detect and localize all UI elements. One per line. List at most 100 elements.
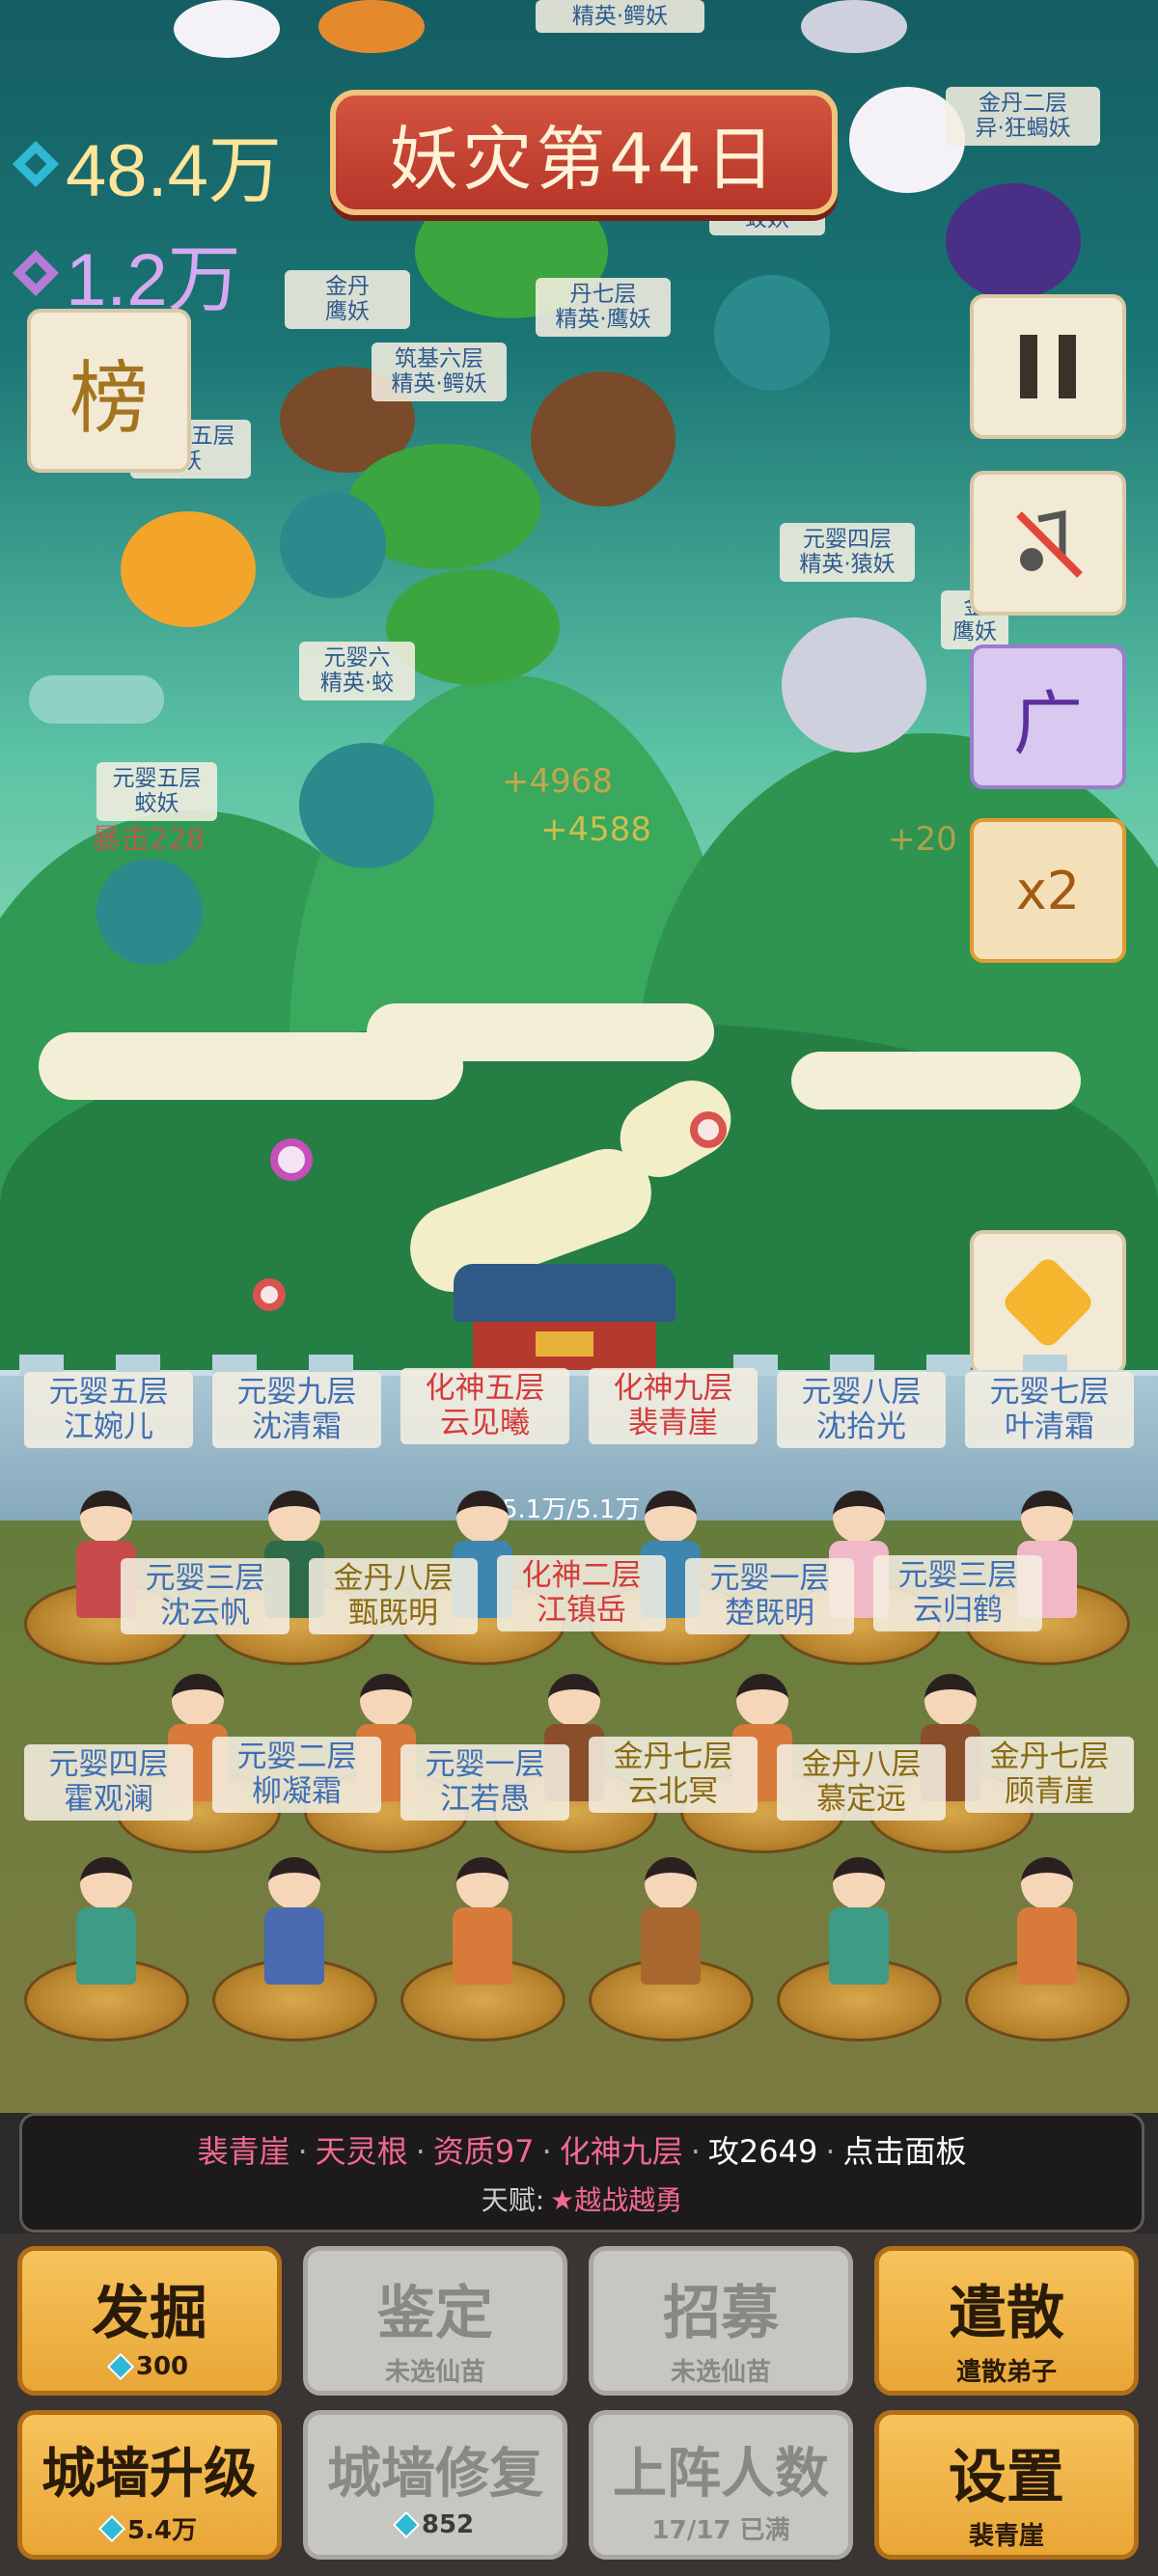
enemy-realm: 元婴六 (323, 645, 391, 671)
excavate-button[interactable]: 发掘 300 (17, 2246, 282, 2396)
wall-upgrade-label: 城墙升级 (41, 2443, 258, 2506)
deploy-count-button[interactable]: 上阵人数 17/17 已满 (589, 2410, 853, 2560)
disciple-label[interactable]: 元婴一层 江若愚 (400, 1744, 569, 1822)
disciple-name: 顾青崖 (1005, 1773, 1094, 1809)
gate-roof (454, 1264, 676, 1322)
music-toggle-button[interactable] (970, 471, 1126, 616)
disciple-realm: 元婴二层 (236, 1740, 357, 1774)
disciple-figure[interactable] (261, 1857, 328, 2002)
disciple-realm: 金丹八层 (801, 1747, 922, 1782)
disciple-name: 柳凝霜 (252, 1773, 342, 1809)
disciple-name: 江若愚 (440, 1781, 530, 1817)
enemy-realm: 丹七层 (569, 282, 637, 307)
defender-realm: 化神九层 (613, 1371, 733, 1406)
enemy-label: 筑基六层 精英·鳄妖 (372, 343, 507, 401)
day-title-banner: 妖灾第44日 (330, 90, 838, 215)
enemy-label: 金丹 鹰妖 (285, 270, 410, 329)
defender-label[interactable]: 化神五层 云见曦 (400, 1368, 569, 1445)
deploy-count-label: 上阵人数 (613, 2443, 829, 2506)
pause-button[interactable] (970, 294, 1126, 439)
defender-label[interactable]: 元婴五层 江婉儿 (24, 1372, 193, 1449)
defender-label[interactable]: 化神九层 裴青崖 (589, 1368, 758, 1445)
disciple-realm: 金丹八层 (333, 1561, 454, 1596)
disciple-label[interactable]: 元婴二层 柳凝霜 (212, 1737, 381, 1814)
disciple-label[interactable]: 金丹七层 顾青崖 (965, 1737, 1134, 1814)
leaderboard-button[interactable]: 榜 (27, 309, 191, 473)
white-ape-monster (782, 617, 926, 753)
enemy-name: 鹰妖 (952, 619, 997, 645)
ad-button[interactable]: 广 (970, 644, 1126, 789)
recruit-label: 招募 (663, 2280, 779, 2347)
enemy-realm: 金丹二层 (979, 91, 1067, 116)
enemy-name: 精英·蛟 (319, 671, 395, 697)
realm: 化神九层 (559, 2133, 683, 2170)
dismiss-button[interactable]: 遣散 遣散弟子 (874, 2246, 1139, 2396)
cloud (29, 675, 164, 724)
defender-name: 叶清霜 (1005, 1409, 1094, 1444)
disciple-name: 云北冥 (628, 1773, 718, 1809)
enemy-realm: 元婴五层 (112, 766, 202, 791)
disciple-label[interactable]: 元婴一层 楚既明 (685, 1558, 854, 1635)
selected-disciple-panel[interactable]: 裴青崖 · 天灵根 · 资质97 · 化神九层 · 攻2649 · 点击面板 天赋: ★越战越勇 (19, 2113, 1144, 2233)
recruit-button[interactable]: 招募 未选仙苗 (589, 2246, 853, 2396)
disciple-realm: 元婴一层 (425, 1747, 545, 1782)
disciple-label[interactable]: 元婴三层 云归鹤 (873, 1555, 1042, 1632)
defender-realm: 化神五层 (425, 1371, 545, 1406)
wall-upgrade-cost-value: 5.4万 (126, 2516, 198, 2545)
disciple-figure[interactable] (1013, 1857, 1081, 2002)
defender-label[interactable]: 元婴八层 沈拾光 (777, 1372, 946, 1449)
deploy-count-status: 17/17 已满 (651, 2516, 790, 2545)
disciple-figure[interactable] (825, 1857, 893, 2002)
enemy-realm: 元婴四层 (803, 527, 892, 552)
disciple-label[interactable]: 元婴三层 沈云帆 (121, 1558, 290, 1635)
spirit-stone-value: 48.4万 (66, 130, 282, 212)
wall-repair-button[interactable]: 城墙修复 852 (303, 2410, 567, 2560)
spirit-stone-icon (12, 140, 60, 188)
disciple-name: 沈云帆 (160, 1595, 250, 1631)
defender-label[interactable]: 元婴九层 沈清霜 (212, 1372, 381, 1449)
wall-repair-label: 城墙修复 (327, 2443, 543, 2506)
enemy-name: 蛟妖 (134, 791, 179, 817)
enemy-label: 元婴五层 蛟妖 (96, 762, 217, 821)
spirit-orb (253, 1278, 286, 1311)
disciple-realm: 化神二层 (521, 1558, 642, 1593)
settings-button[interactable]: 设置 裴青崖 (874, 2410, 1139, 2560)
enemy-name: 精英·鳄妖 (391, 371, 487, 397)
defender-name: 云见曦 (440, 1405, 530, 1440)
disciple-label[interactable]: 元婴四层 霍观澜 (24, 1744, 193, 1822)
wall-repair-cost-value: 852 (421, 2510, 475, 2539)
identify-button[interactable]: 鉴定 未选仙苗 (303, 2246, 567, 2396)
speed-button[interactable]: x2 (970, 818, 1126, 963)
enemy-realm: 筑基六层 (395, 346, 483, 371)
tiger-monster (318, 0, 425, 53)
disciple-realm: 元婴一层 (709, 1561, 830, 1596)
enemy-name: 精英·鹰妖 (555, 307, 651, 333)
wall-upgrade-button[interactable]: 城墙升级 5.4万 (17, 2410, 282, 2560)
disciple-name: 云归鹤 (913, 1592, 1003, 1628)
disciple-label[interactable]: 金丹八层 慕定远 (777, 1744, 946, 1822)
leaderboard-label: 榜 (69, 352, 149, 445)
disciple-name: 江镇岳 (537, 1592, 626, 1628)
disciple-realm: 元婴三层 (897, 1558, 1018, 1593)
defender-name: 江婉儿 (64, 1409, 153, 1444)
panel-hint: 点击面板 (842, 2133, 967, 2170)
disciple-label[interactable]: 化神二层 江镇岳 (497, 1555, 666, 1632)
disciple-figure[interactable] (72, 1857, 140, 2002)
disciple-name: 楚既明 (725, 1595, 814, 1631)
disciple-figure[interactable] (449, 1857, 516, 2002)
spirit-root: 天灵根 (315, 2133, 408, 2170)
enemy-realm: 金丹 (325, 274, 370, 299)
wall-upgrade-cost: 5.4万 (22, 2510, 277, 2546)
enemy-name: 鹰妖 (325, 299, 370, 325)
fruit-item-button[interactable] (970, 1230, 1126, 1375)
disciple-label[interactable]: 金丹七层 云北冥 (589, 1737, 758, 1814)
disciple-realm: 金丹七层 (613, 1740, 733, 1774)
recruit-status: 未选仙苗 (670, 2358, 771, 2387)
disciple-realm: 元婴四层 (48, 1747, 169, 1782)
disciple-name: 甄既明 (348, 1595, 438, 1631)
white-ape-monster (801, 0, 907, 53)
defender-label[interactable]: 元婴七层 叶清霜 (965, 1372, 1134, 1449)
disciple-label[interactable]: 金丹八层 甄既明 (309, 1558, 478, 1635)
diamond-icon (97, 2514, 126, 2542)
disciple-figure[interactable] (637, 1857, 704, 2002)
